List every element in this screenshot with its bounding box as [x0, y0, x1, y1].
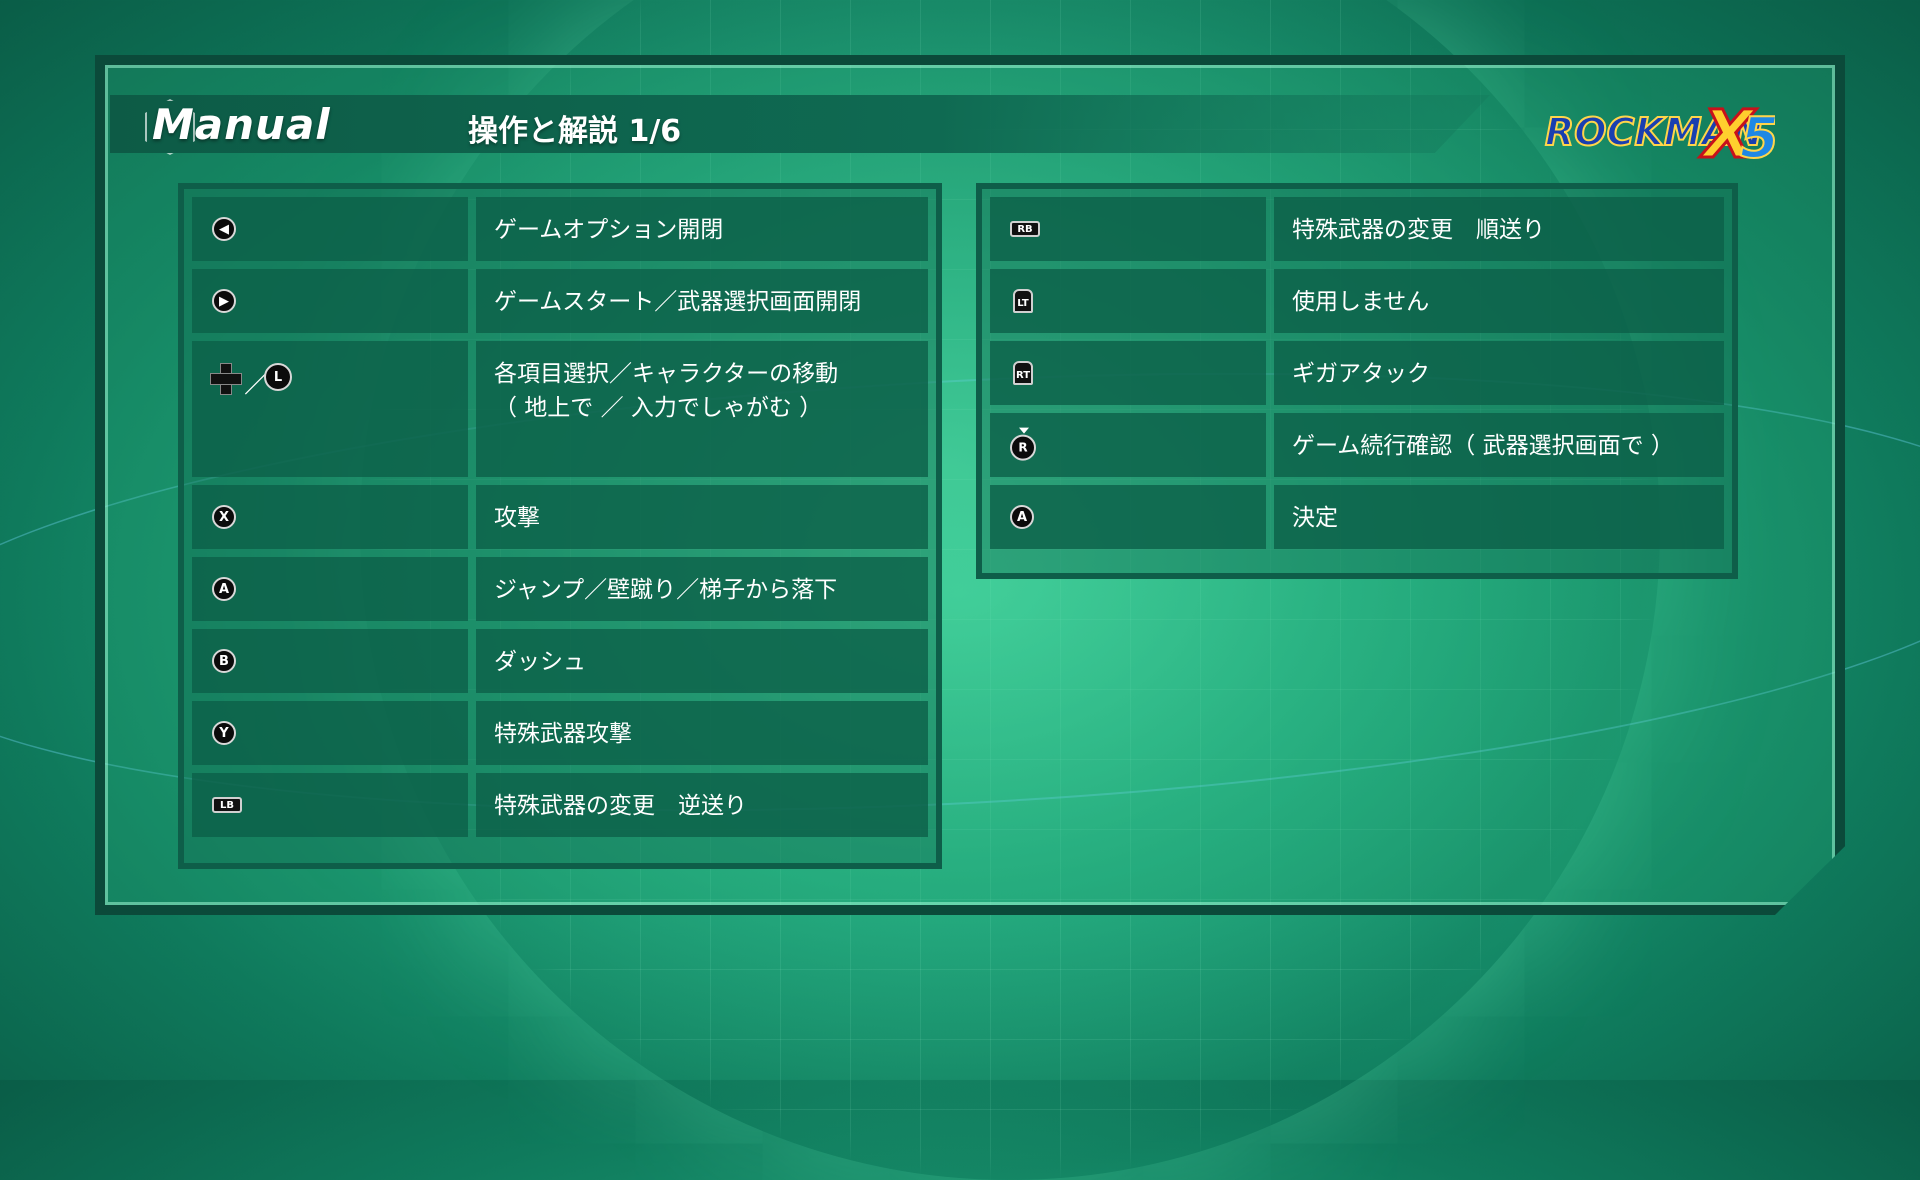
control-row: ／ L 各項目選択／キャラクターの移動 （ 地上で ／ 入力でしゃがむ ）	[192, 341, 928, 477]
control-description: ゲーム続行確認（ 武器選択画面で ）	[1274, 413, 1724, 477]
control-row: RB 特殊武器の変更 順送り	[990, 197, 1724, 261]
control-row: RT ギガアタック	[990, 341, 1724, 405]
right-stick-press-icon: R	[1010, 427, 1036, 461]
control-description: 使用しません	[1274, 269, 1724, 333]
b-button-icon: B	[212, 649, 236, 673]
manual-label: Manual	[152, 100, 331, 149]
control-description: 特殊武器の変更 順送り	[1274, 197, 1724, 261]
left-controls-panel: ◀ ゲームオプション開閉 ▶ ゲームスタート／武器選択画面開閉 ／ L 各項目選…	[178, 183, 942, 869]
control-row: LB 特殊武器の変更 逆送り	[192, 773, 928, 837]
right-controls-panel: RB 特殊武器の変更 順送り LT 使用しません RT ギガアタック R ゲーム…	[976, 183, 1738, 579]
control-row: R ゲーム続行確認（ 武器選択画面で ）	[990, 413, 1724, 477]
control-description: 特殊武器攻撃	[476, 701, 928, 765]
control-row: Y 特殊武器攻撃	[192, 701, 928, 765]
control-row: A ジャンプ／壁蹴り／梯子から落下	[192, 557, 928, 621]
control-row: X 攻撃	[192, 485, 928, 549]
control-description: 各項目選択／キャラクターの移動	[494, 361, 839, 387]
control-description-note: （ 地上で ／ 入力でしゃがむ ）	[494, 395, 823, 421]
rb-button-icon: RB	[1010, 221, 1040, 237]
control-description: ゲームスタート／武器選択画面開閉	[476, 269, 928, 333]
control-row: ◀ ゲームオプション開閉	[192, 197, 928, 261]
a-button-icon: A	[1010, 505, 1034, 529]
dpad-icon	[210, 363, 242, 395]
control-description: ダッシュ	[476, 629, 928, 693]
back-button-icon: ◀	[212, 217, 236, 241]
page-title: 操作と解説 1/6	[468, 114, 682, 149]
control-description: ギガアタック	[1274, 341, 1724, 405]
rockman-x5-logo: ROCKMAN X 5	[1544, 95, 1775, 171]
lb-button-icon: LB	[212, 797, 242, 813]
lt-trigger-icon: LT	[1013, 289, 1033, 313]
left-stick-icon: L	[264, 363, 292, 391]
svg-text:5: 5	[1740, 106, 1775, 170]
start-button-icon: ▶	[212, 289, 236, 313]
control-description: ゲームオプション開閉	[476, 197, 928, 261]
control-row: ▶ ゲームスタート／武器選択画面開閉	[192, 269, 928, 333]
control-description: 決定	[1274, 485, 1724, 549]
y-button-icon: Y	[212, 721, 236, 745]
control-row: LT 使用しません	[990, 269, 1724, 333]
rt-trigger-icon: RT	[1013, 361, 1033, 385]
a-button-icon: A	[212, 577, 236, 601]
control-description: ジャンプ／壁蹴り／梯子から落下	[476, 557, 928, 621]
control-description: 攻撃	[476, 485, 928, 549]
control-description: 特殊武器の変更 逆送り	[476, 773, 928, 837]
x-button-icon: X	[212, 505, 236, 529]
control-row: B ダッシュ	[192, 629, 928, 693]
control-row: A 決定	[990, 485, 1724, 549]
